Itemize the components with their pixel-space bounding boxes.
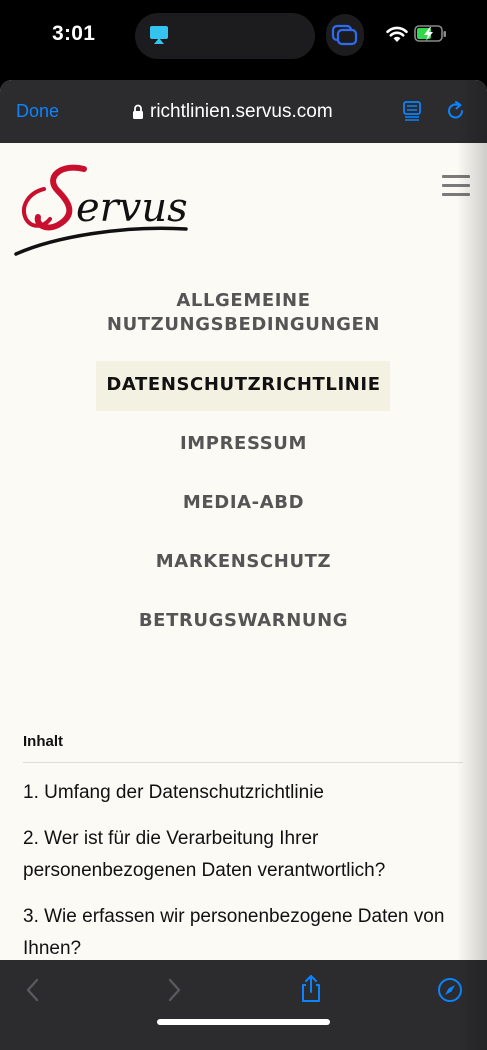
table-of-contents: Inhalt 1. Umfang der Datenschutzrichtlin…: [23, 733, 463, 965]
back-icon[interactable]: [24, 977, 42, 1003]
nav-impressum[interactable]: IMPRESSUM: [0, 432, 487, 456]
tabs-icon: [331, 24, 358, 46]
done-button[interactable]: Done: [16, 101, 59, 122]
toc-item-2[interactable]: 2. Wer ist für die Verarbeitung Ihrer pe…: [23, 823, 463, 887]
browser-bottom-toolbar: [0, 960, 487, 1050]
nav-allgemeine-nutzungsbedingungen[interactable]: ALLGEMEINE NUTZUNGSBEDINGUNGEN: [0, 289, 487, 337]
svg-text:ervus: ervus: [76, 185, 188, 231]
compass-icon[interactable]: [437, 977, 463, 1003]
toc-item-3[interactable]: 3. Wie erfassen wir personenbezogene Dat…: [23, 901, 463, 965]
nav-betrugswarnung[interactable]: BETRUGSWARNUNG: [0, 609, 487, 633]
share-icon[interactable]: [299, 974, 323, 1004]
nav-label-line2: NUTZUNGSBEDINGUNGEN: [106, 314, 381, 335]
status-bar: 3:01: [0, 0, 487, 78]
browser-sheet: Done richtlinien.servus.com ervus ALLGEM…: [0, 80, 487, 1050]
airplay-icon: [150, 26, 168, 44]
forward-icon[interactable]: [165, 977, 183, 1003]
hamburger-menu-icon[interactable]: [442, 175, 470, 197]
nav-datenschutzrichtlinie[interactable]: DATENSCHUTZRICHTLINIE: [0, 373, 487, 397]
nav-label-line1: ALLGEMEINE: [176, 290, 311, 311]
reload-icon[interactable]: [445, 100, 467, 122]
status-time: 3:01: [52, 22, 96, 45]
nav-markenschutz[interactable]: MARKENSCHUTZ: [0, 550, 487, 574]
lock-icon: [133, 104, 143, 119]
wifi-icon: [386, 26, 408, 42]
address-bar[interactable]: richtlinien.servus.com: [132, 99, 333, 125]
reader-icon[interactable]: [402, 100, 424, 122]
battery-charging-icon: [414, 25, 446, 42]
home-indicator: [157, 1019, 330, 1025]
web-page: ervus ALLGEMEINE NUTZUNGSBEDINGUNGEN DAT…: [0, 143, 487, 963]
divider: [23, 762, 463, 763]
servus-logo[interactable]: ervus: [14, 159, 190, 259]
toc-heading: Inhalt: [23, 733, 63, 750]
browser-top-bar: Done richtlinien.servus.com: [0, 80, 487, 143]
toc-item-1[interactable]: 1. Umfang der Datenschutzrichtlinie: [23, 777, 463, 809]
nav-media-abd[interactable]: MEDIA-ABD: [0, 491, 487, 515]
url-text: richtlinien.servus.com: [150, 101, 333, 122]
tabs-indicator: [326, 14, 364, 56]
